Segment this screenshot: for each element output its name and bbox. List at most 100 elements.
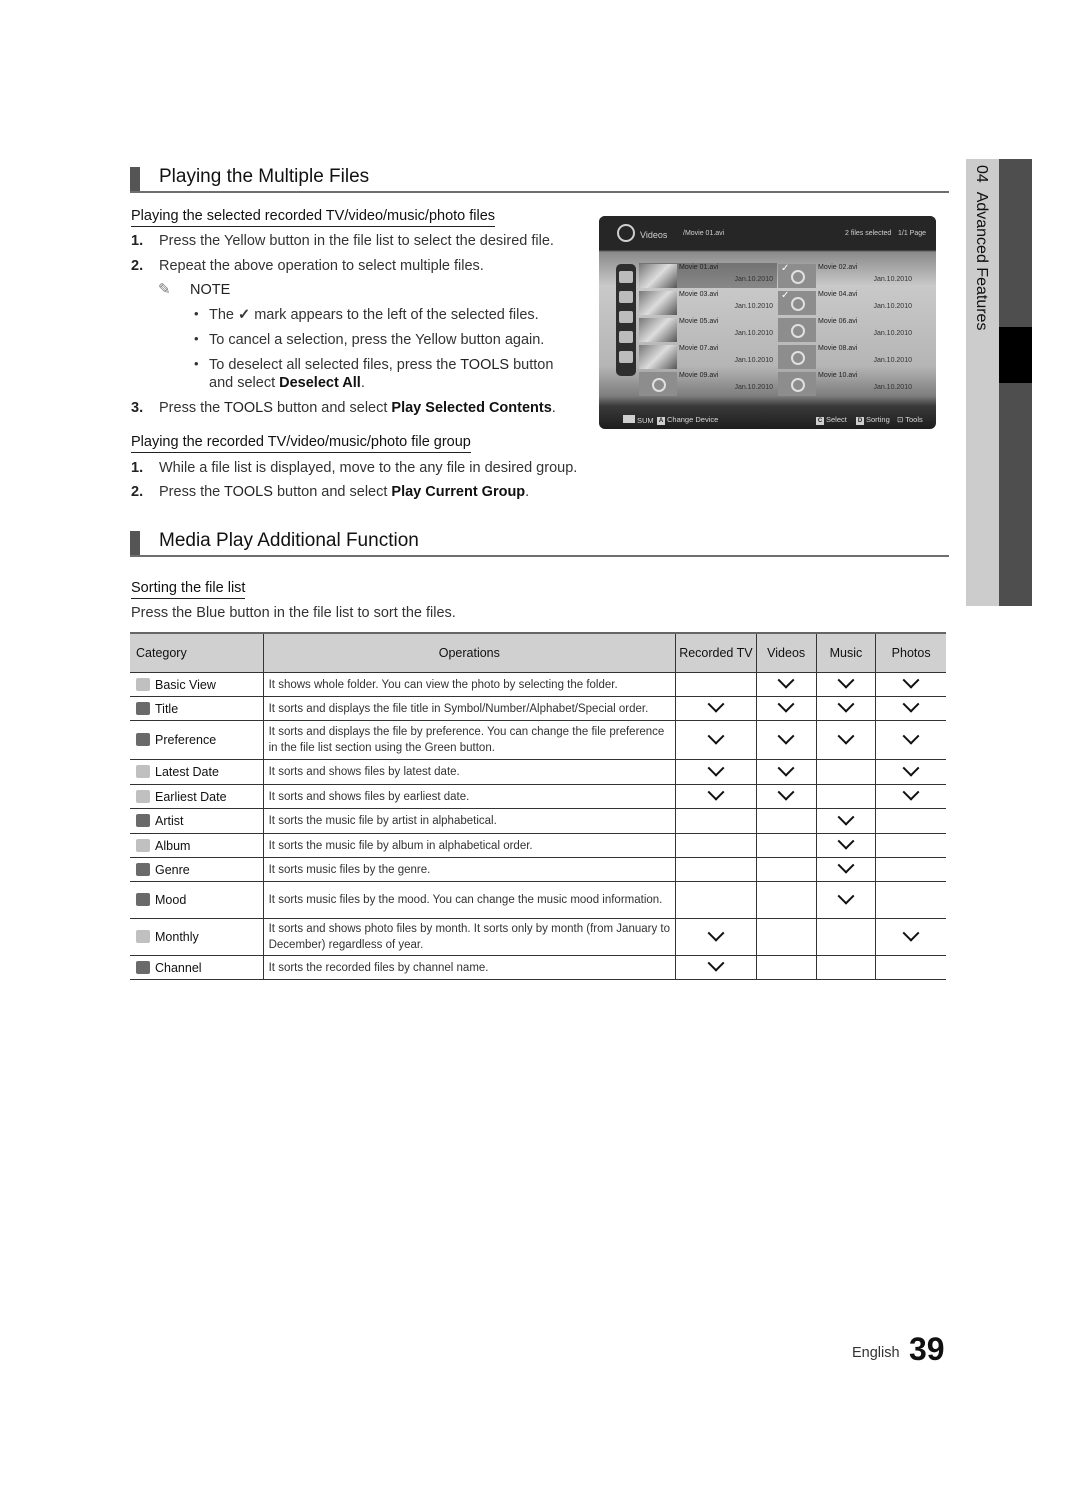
check-icon <box>707 759 725 777</box>
header-videos: Videos <box>755 632 817 673</box>
section-title: Playing the Multiple Files <box>159 166 370 187</box>
support-cell-photos <box>875 833 946 858</box>
calendar-30-icon <box>136 765 150 778</box>
table-header-row: Category Operations Recorded TV Videos M… <box>130 632 946 673</box>
header-photos: Photos <box>875 632 946 673</box>
category-label: Monthly <box>155 930 199 944</box>
check-icon <box>902 924 920 942</box>
check-icon <box>777 727 795 745</box>
tv-category: Videos <box>640 230 668 240</box>
support-cell-music <box>815 955 877 980</box>
check-icon <box>902 727 920 745</box>
film-reel-icon <box>778 318 816 342</box>
album-icon <box>136 838 150 852</box>
star-icon <box>136 733 150 746</box>
tv-file-item[interactable]: Movie 07.avi Jan.10.2010 <box>639 344 777 369</box>
category-label: Channel <box>155 960 202 975</box>
section-header-additional-function: Media Play Additional Function <box>130 527 949 557</box>
tv-page: 1/1 Page <box>898 230 927 237</box>
video-thumbnail <box>639 264 677 288</box>
support-cell-videos <box>755 857 817 882</box>
operation-cell: It shows whole folder. You can view the … <box>262 672 677 697</box>
support-cell-photos <box>875 671 946 697</box>
tv-file-item[interactable]: Movie 10.avi Jan.10.2010 <box>778 371 916 396</box>
tv-file-item[interactable]: Movie 03.avi Jan.10.2010 <box>639 290 777 315</box>
film-reel-icon <box>778 372 816 396</box>
tv-file-item[interactable]: Movie 08.avi Jan.10.2010 <box>778 344 916 369</box>
table-row: Basic View It shows whole folder. You can… <box>130 671 946 697</box>
tv-file-item[interactable]: ✓ Movie 04.avi Jan.10.2010 <box>778 290 916 315</box>
subheading-sorting: Sorting the file list <box>131 580 246 599</box>
tv-file-name: Movie 08.avi <box>818 345 858 352</box>
category-label: Title <box>155 701 179 716</box>
header-music: Music <box>815 632 877 673</box>
film-reel-icon <box>617 224 635 242</box>
tv-file-date: Jan.10.2010 <box>873 276 912 283</box>
category-label: Artist <box>155 814 184 828</box>
support-cell-recorded-tv <box>675 954 757 980</box>
video-thumbnail <box>639 291 677 315</box>
category-cell: Basic View <box>130 672 264 697</box>
category-cell: Monthly <box>130 918 264 956</box>
support-cell-recorded-tv <box>675 672 757 697</box>
subheading-file-group: Playing the recorded TV/video/music/phot… <box>131 434 471 453</box>
az-sort-icon <box>619 291 633 303</box>
folder-icon <box>619 271 633 283</box>
check-icon <box>902 671 920 689</box>
support-cell-photos <box>875 783 946 809</box>
channel-icon <box>136 960 150 974</box>
category-cell: Preference <box>130 720 264 760</box>
operation-cell: It sorts and shows files by earliest dat… <box>262 784 677 809</box>
check-icon <box>777 783 795 801</box>
header-recorded-tv: Recorded TV <box>675 632 757 673</box>
tv-file-name: Movie 02.avi <box>818 264 858 271</box>
check-icon <box>837 695 855 713</box>
section-marker <box>130 531 140 555</box>
table-row: Genre It sorts music files by the genre. <box>130 856 946 882</box>
support-cell-videos <box>755 695 817 721</box>
category-label: Mood <box>155 893 187 907</box>
support-cell-music <box>815 784 877 809</box>
star-icon <box>619 351 633 363</box>
support-cell-videos <box>755 671 817 697</box>
support-cell-recorded-tv <box>675 833 757 858</box>
tv-file-date: Jan.10.2010 <box>734 330 773 337</box>
tv-file-date: Jan.10.2010 <box>734 303 773 310</box>
category-cell: Mood <box>130 881 264 919</box>
table-row: Channel It sorts the recorded files by ch… <box>130 954 946 980</box>
check-icon <box>707 695 725 713</box>
check-icon <box>837 671 855 689</box>
check-icon <box>837 727 855 745</box>
check-icon <box>837 887 855 905</box>
operation-cell: It sorts and shows photo files by month.… <box>262 918 677 956</box>
tv-file-name: Movie 04.avi <box>818 291 858 298</box>
tv-file-item[interactable]: Movie 09.avi Jan.10.2010 <box>639 371 777 396</box>
table-row: Latest Date It sorts and shows files by l… <box>130 759 946 785</box>
category-cell: Album <box>130 833 264 858</box>
tv-file-item[interactable]: Movie 06.avi Jan.10.2010 <box>778 317 916 342</box>
calendar-month-icon <box>136 930 150 943</box>
support-cell-recorded-tv <box>675 918 757 956</box>
support-cell-music <box>815 695 877 721</box>
category-cell: Title <box>130 696 264 721</box>
page-number: 39 <box>909 1331 945 1367</box>
tv-selection-status: 2 files selected <box>845 230 892 237</box>
category-cell: Artist <box>130 808 264 834</box>
support-cell-music <box>815 808 877 834</box>
guitar-icon <box>136 862 150 876</box>
support-cell-videos <box>755 918 817 956</box>
tv-file-item[interactable]: Movie 05.avi Jan.10.2010 <box>639 317 777 342</box>
tv-file-item[interactable]: ✓ Movie 02.avi Jan.10.2010 <box>778 263 916 288</box>
support-cell-photos <box>875 695 946 721</box>
support-cell-music <box>815 671 877 697</box>
chapter-label: Advanced Features <box>973 191 990 331</box>
check-icon <box>707 924 725 942</box>
tv-file-item[interactable]: Movie 01.avi Jan.10.2010 <box>639 263 777 288</box>
support-cell-recorded-tv <box>675 783 757 809</box>
support-cell-music <box>815 832 877 858</box>
tv-sort-icons <box>616 264 636 376</box>
header-category: Category <box>130 632 264 673</box>
category-label: Basic View <box>155 677 216 692</box>
operation-cell: It sorts and displays the file title in … <box>262 696 677 721</box>
video-thumbnail <box>639 318 677 342</box>
